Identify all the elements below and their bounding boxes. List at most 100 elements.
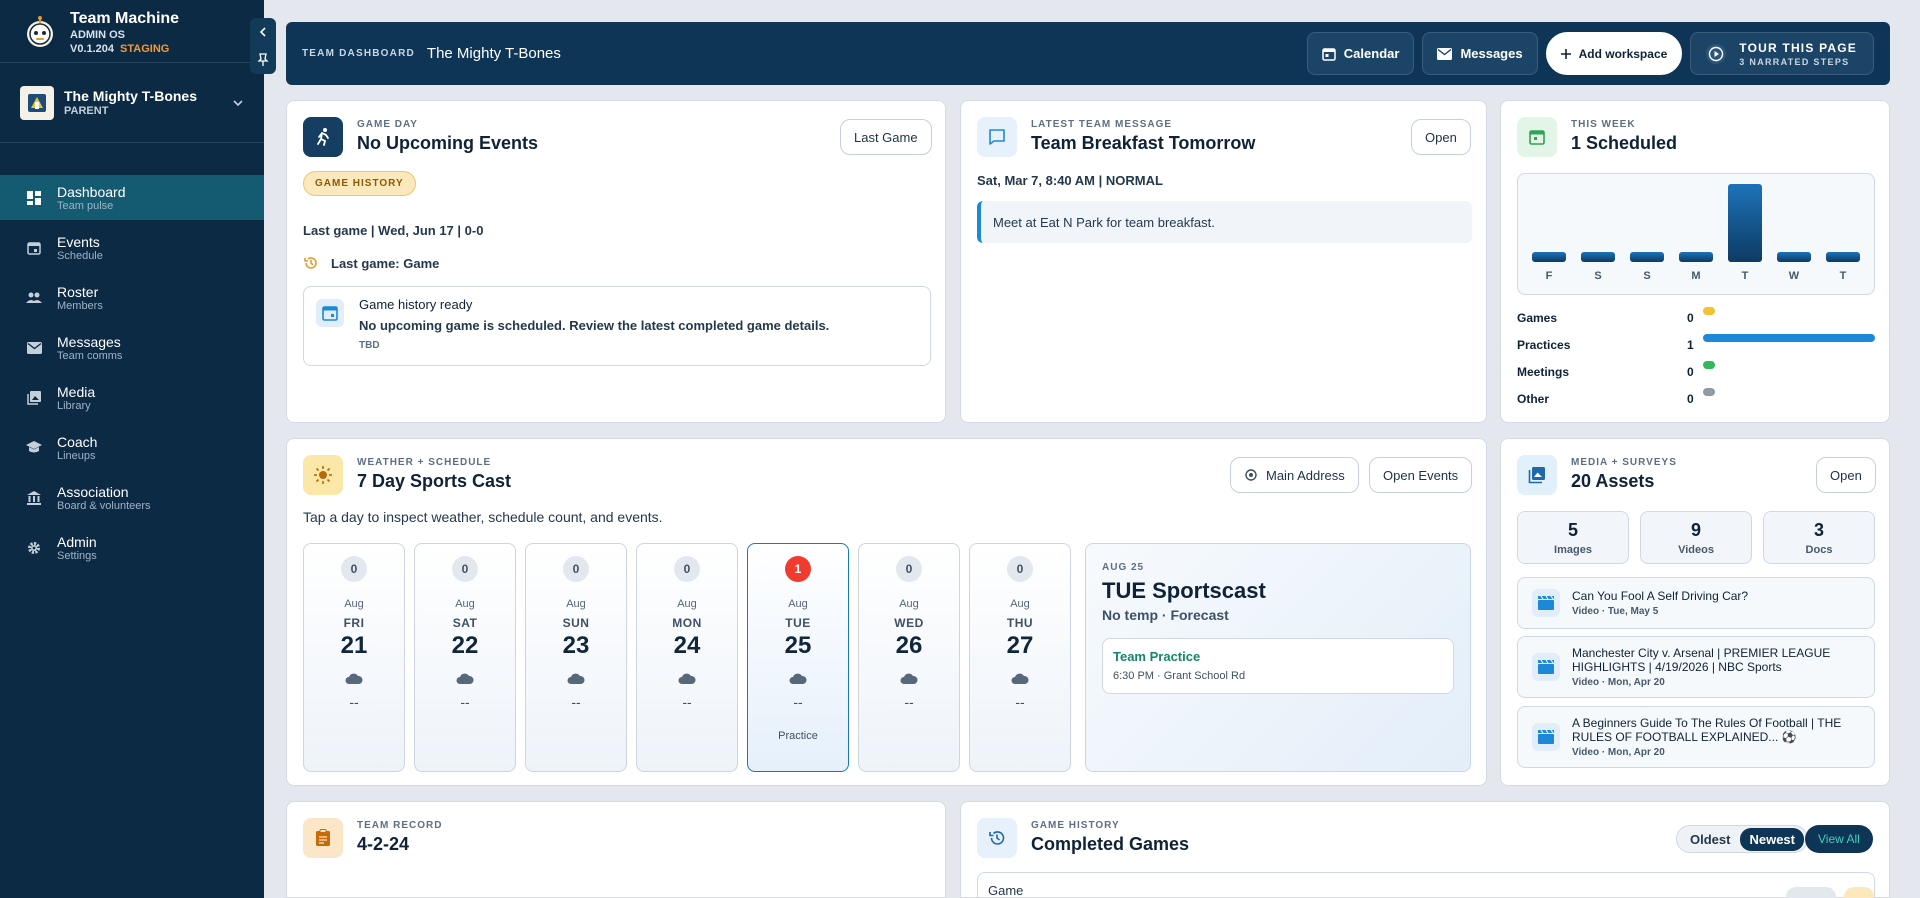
last-game-line: Last game | Wed, Jun 17 | 0-0 — [303, 223, 484, 238]
day-temp: -- — [1015, 694, 1025, 710]
nav-item-coach[interactable]: Coach Lineups — [0, 425, 264, 470]
bank-icon — [26, 490, 42, 506]
calendar-icon — [26, 240, 42, 256]
detail-event[interactable]: Team Practice 6:30 PM · Grant School Rd — [1102, 638, 1454, 694]
day-month: Aug — [455, 598, 475, 610]
sort-newest[interactable]: Newest — [1740, 827, 1804, 851]
day-month: Aug — [566, 598, 586, 610]
legend-line — [1703, 361, 1715, 369]
team-logo — [20, 85, 54, 120]
message-body: Meet at Eat N Park for team breakfast. — [977, 201, 1472, 243]
stat-docs[interactable]: 3 Docs — [1763, 511, 1875, 564]
tour-sub: 3 NARRATED STEPS — [1739, 56, 1850, 67]
week-legend-row: Practices 1 — [1517, 334, 1875, 352]
week-bar-column: M — [1679, 252, 1713, 282]
dashboard-icon — [26, 190, 42, 206]
detail-event-meta: 6:30 PM · Grant School Rd — [1113, 670, 1246, 682]
forecast-day[interactable]: 1 Aug TUE 25 -- Practice — [747, 543, 849, 772]
stat-key: Images — [1554, 544, 1592, 556]
media-item[interactable]: Can You Fool A Self Driving Car? Video · … — [1517, 577, 1875, 629]
media-item[interactable]: A Beginners Guide To The Rules Of Footba… — [1517, 706, 1875, 768]
day-number: 26 — [895, 632, 923, 659]
add-workspace-button[interactable]: Add workspace — [1545, 32, 1683, 75]
plus-icon — [1560, 48, 1571, 59]
event-count-badge: 0 — [452, 556, 478, 582]
legend-label: Other — [1517, 392, 1550, 406]
messages-label: Messages — [1460, 46, 1523, 61]
forecast-day[interactable]: 0 Aug THU 27 -- — [969, 543, 1071, 772]
nav-item-association[interactable]: Association Board & volunteers — [0, 475, 264, 520]
last-game-button[interactable]: Last Game — [840, 119, 932, 155]
play-circle-icon — [1706, 43, 1727, 64]
event-count-badge: 1 — [785, 556, 811, 582]
nav-label: Dashboard — [57, 183, 126, 200]
event-count-badge: 0 — [1007, 556, 1033, 582]
detail-sub: No temp · Forecast — [1102, 607, 1229, 623]
forecast-day[interactable]: 0 Aug MON 24 -- — [636, 543, 738, 772]
nav-sub: Settings — [57, 549, 97, 562]
team-switcher[interactable]: The Mighty T-Bones PARENT — [0, 63, 264, 143]
nav-item-messages[interactable]: Messages Team comms — [0, 325, 264, 370]
app-version: V0.1.204 — [70, 43, 115, 55]
nav-sub: Library — [57, 399, 91, 412]
view-all-button[interactable]: View All — [1805, 825, 1873, 853]
people-icon — [26, 290, 42, 306]
forecast-day[interactable]: 0 Aug WED 26 -- — [858, 543, 960, 772]
legend-line — [1703, 307, 1715, 315]
day-number: 22 — [451, 632, 479, 659]
sidebar: Team Machine ADMIN OS V0.1.204 STAGING Th… — [0, 0, 264, 898]
week-title: 1 Scheduled — [1571, 133, 1678, 153]
media-meta: Video · Tue, May 5 — [1572, 606, 1659, 617]
day-number: 24 — [673, 632, 701, 659]
day-weekday: WED — [894, 616, 924, 630]
legend-line — [1703, 334, 1875, 342]
nav-item-admin[interactable]: Admin Settings — [0, 525, 264, 570]
forecast-day[interactable]: 0 Aug FRI 21 -- — [303, 543, 405, 772]
clipboard-icon — [303, 818, 343, 858]
message-title: Team Breakfast Tomorrow — [1031, 133, 1256, 153]
nav-sub: Team pulse — [57, 199, 114, 212]
robot-logo-icon — [27, 16, 53, 47]
media-item[interactable]: Manchester City v. Arsenal | PREMIER LEA… — [1517, 636, 1875, 698]
day-temp: -- — [682, 694, 692, 710]
nav-item-roster[interactable]: Roster Members — [0, 275, 264, 320]
top-bar: TEAM DASHBOARD The Mighty T-Bones Calend… — [286, 22, 1890, 85]
stat-videos[interactable]: 9 Videos — [1640, 511, 1752, 564]
weather-card: WEATHER + SCHEDULE 7 Day Sports Cast Mai… — [286, 438, 1487, 786]
pin-icon[interactable] — [257, 52, 269, 67]
stat-images[interactable]: 5 Images — [1517, 511, 1629, 564]
open-media-button[interactable]: Open — [1816, 457, 1876, 493]
main-address-button[interactable]: Main Address — [1230, 457, 1359, 493]
week-bar-column: S — [1630, 252, 1664, 282]
nav-label: Coach — [57, 433, 98, 450]
game-history-pill[interactable]: GAME HISTORY — [303, 171, 416, 196]
media-eyebrow: MEDIA + SURVEYS — [1571, 457, 1677, 468]
sportscast-detail: AUG 25 TUE Sportscast No temp · Forecast… — [1085, 543, 1471, 772]
messages-button[interactable]: Messages — [1422, 32, 1538, 75]
game-row[interactable]: Game — [977, 872, 1875, 898]
sort-oldest[interactable]: Oldest — [1680, 832, 1740, 847]
cloud-icon — [900, 673, 918, 684]
legend-line — [1703, 388, 1715, 396]
tour-button[interactable]: TOUR THIS PAGE 3 NARRATED STEPS — [1690, 32, 1874, 75]
mail-icon — [26, 340, 42, 356]
nav-item-dashboard[interactable]: Dashboard Team pulse — [0, 175, 264, 220]
nav-item-media[interactable]: Media Library — [0, 375, 264, 420]
runner-icon — [303, 117, 343, 157]
open-events-button[interactable]: Open Events — [1369, 457, 1473, 493]
game-day-eyebrow: GAME DAY — [357, 119, 418, 130]
cloud-icon — [678, 673, 696, 684]
day-weekday: THU — [1006, 616, 1034, 630]
game-history-box[interactable]: Game history ready No upcoming game is s… — [303, 286, 931, 366]
chevron-left-icon[interactable] — [257, 26, 269, 38]
open-message-button[interactable]: Open — [1411, 119, 1471, 155]
week-day-label: T — [1741, 270, 1749, 282]
nav-item-events[interactable]: Events Schedule — [0, 225, 264, 270]
cloud-icon — [456, 673, 474, 684]
day-number: 27 — [1006, 632, 1034, 659]
day-month: Aug — [1010, 598, 1030, 610]
forecast-day[interactable]: 0 Aug SAT 22 -- — [414, 543, 516, 772]
calendar-button[interactable]: Calendar — [1306, 32, 1415, 75]
game-day-card: GAME DAY No Upcoming Events Last Game GA… — [286, 100, 946, 423]
forecast-day[interactable]: 0 Aug SUN 23 -- — [525, 543, 627, 772]
